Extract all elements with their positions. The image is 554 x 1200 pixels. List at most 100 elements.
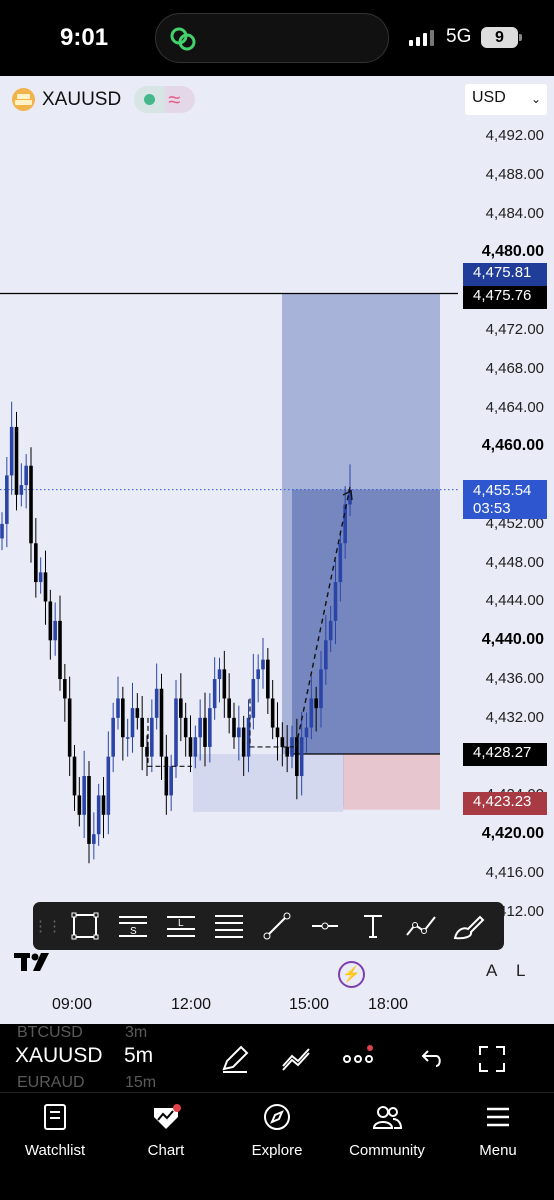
- dynamic-island[interactable]: [155, 13, 389, 63]
- candle-body: [19, 485, 24, 495]
- more-options-icon[interactable]: [342, 1044, 374, 1074]
- time-label: 09:00: [52, 996, 93, 1013]
- candle-body: [212, 679, 217, 709]
- chart-icon: [154, 1104, 181, 1129]
- candle-body: [159, 688, 164, 757]
- horizontal-ray-icon: [312, 922, 338, 930]
- text-icon: [364, 915, 382, 938]
- link-icon: [170, 27, 196, 51]
- candle-body: [38, 572, 43, 583]
- candle-body: [121, 698, 125, 738]
- price-scale[interactable]: 4,412.004,416.004,420.004,424.004,432.00…: [458, 76, 554, 966]
- undo-icon[interactable]: [416, 1044, 446, 1074]
- trend-line-tool[interactable]: [253, 902, 301, 950]
- long-position-tool[interactable]: L: [157, 902, 205, 950]
- candle-body: [174, 698, 178, 767]
- text-tool[interactable]: [349, 902, 397, 950]
- candle-body: [154, 688, 159, 718]
- candle-body: [237, 727, 241, 738]
- ghost-symbol: BTCUSD: [17, 1024, 83, 1041]
- candle-body: [101, 795, 106, 815]
- tab-community[interactable]: Community: [337, 1103, 437, 1159]
- candle-body: [135, 708, 140, 718]
- path-icon: [406, 916, 436, 936]
- drag-handle-icon[interactable]: ⋮⋮: [33, 917, 62, 935]
- candle-body: [328, 620, 333, 641]
- candle-body: [96, 795, 101, 835]
- price-tick-label: 4,416.00: [485, 864, 544, 881]
- watchlist-icon: [44, 1104, 66, 1130]
- rectangle-icon: [71, 912, 99, 940]
- candle-body: [140, 717, 144, 747]
- tradingview-logo-icon: [14, 953, 49, 971]
- drawing-toolbar[interactable]: ⋮⋮ S L: [33, 902, 504, 950]
- candle-body: [304, 727, 309, 738]
- market-status-pill[interactable]: ≈: [134, 86, 196, 113]
- candle-body: [299, 737, 304, 777]
- candle-body: [256, 669, 260, 680]
- tab-label: Menu: [479, 1142, 517, 1159]
- candle-body: [261, 659, 265, 670]
- price-tick-label: 4,436.00: [485, 670, 544, 688]
- candle-body: [5, 475, 9, 524]
- candle-body: [217, 669, 222, 680]
- log-scale-toggle[interactable]: L: [516, 961, 525, 981]
- candle-body: [309, 698, 314, 728]
- current-price-tag: 4,455.54 03:53: [463, 480, 547, 519]
- short-position-tool[interactable]: S: [109, 902, 157, 950]
- candle-body: [324, 640, 328, 670]
- delayed-data-icon: ≈: [168, 87, 181, 112]
- tab-label: Explore: [251, 1142, 303, 1159]
- current-price: 4,455.54: [473, 482, 532, 499]
- network-type: 5G: [446, 26, 472, 47]
- path-tool[interactable]: [397, 902, 445, 950]
- chart-area[interactable]: XAUUSD ≈ USD ⌄ 4,412.00 4,416.00 4,420.00 4…: [0, 76, 554, 1092]
- rectangle-tool[interactable]: [61, 902, 109, 950]
- tab-label: Chart: [147, 1142, 185, 1159]
- symbol-bar[interactable]: BTCUSD 3m EURAUD 15m XAUUSD 5m: [0, 1024, 554, 1092]
- candle-body: [198, 717, 202, 738]
- cellular-signal-icon: [409, 30, 434, 46]
- svg-text:S: S: [130, 926, 137, 937]
- symbol-header[interactable]: XAUUSD ≈: [12, 86, 196, 113]
- price-tick-label: 4,472.00: [485, 320, 544, 338]
- drawing-pen-icon[interactable]: [220, 1044, 250, 1074]
- symbol-selector[interactable]: XAUUSD: [15, 1044, 103, 1068]
- candle-body: [77, 795, 82, 815]
- price-tick-label: 4,492.00: [485, 127, 544, 144]
- time-label: 15:00: [289, 996, 330, 1013]
- fullscreen-icon[interactable]: [477, 1044, 507, 1074]
- bottom-tab-bar[interactable]: Watchlist Chart Explore Community Menu: [0, 1092, 554, 1200]
- price-tick-label: 4,444.00: [485, 592, 544, 610]
- candle-body: [34, 543, 38, 583]
- tab-label: Watchlist: [24, 1142, 86, 1159]
- lightning-icon[interactable]: ⚡: [338, 961, 365, 988]
- candle-body: [222, 669, 227, 699]
- indicators-icon[interactable]: [280, 1044, 312, 1074]
- tab-chart[interactable]: Chart: [116, 1103, 216, 1159]
- time-label: 18:00: [368, 996, 409, 1013]
- short-position-icon: S: [119, 916, 147, 937]
- time-label: 12:00: [171, 996, 212, 1013]
- symbol-name[interactable]: XAUUSD: [42, 89, 121, 111]
- tab-menu[interactable]: Menu: [448, 1103, 548, 1159]
- bar-countdown: 03:53: [473, 500, 511, 517]
- time-axis[interactable]: 09:00 12:00 15:00 18:00: [0, 996, 554, 1022]
- menu-icon: [487, 1107, 509, 1127]
- tab-watchlist[interactable]: Watchlist: [5, 1103, 105, 1159]
- price-tick-label: 4,460.00: [481, 437, 544, 455]
- compass-icon: [264, 1104, 290, 1130]
- brush-icon: [453, 915, 485, 940]
- battery-icon: 9: [481, 27, 522, 48]
- price-tick-label: 4,464.00: [485, 398, 544, 416]
- fib-retracement-tool[interactable]: [205, 902, 253, 950]
- candle-body: [333, 582, 338, 621]
- auto-scale-toggle[interactable]: A: [486, 961, 497, 981]
- tab-explore[interactable]: Explore: [227, 1103, 327, 1159]
- interval-selector[interactable]: 5m: [124, 1044, 153, 1068]
- price-tick-label: 4,488.00: [485, 165, 544, 183]
- candle-body: [72, 756, 77, 796]
- candle-body: [164, 756, 169, 796]
- brush-tool[interactable]: [445, 902, 493, 950]
- horizontal-ray-tool[interactable]: [301, 902, 349, 950]
